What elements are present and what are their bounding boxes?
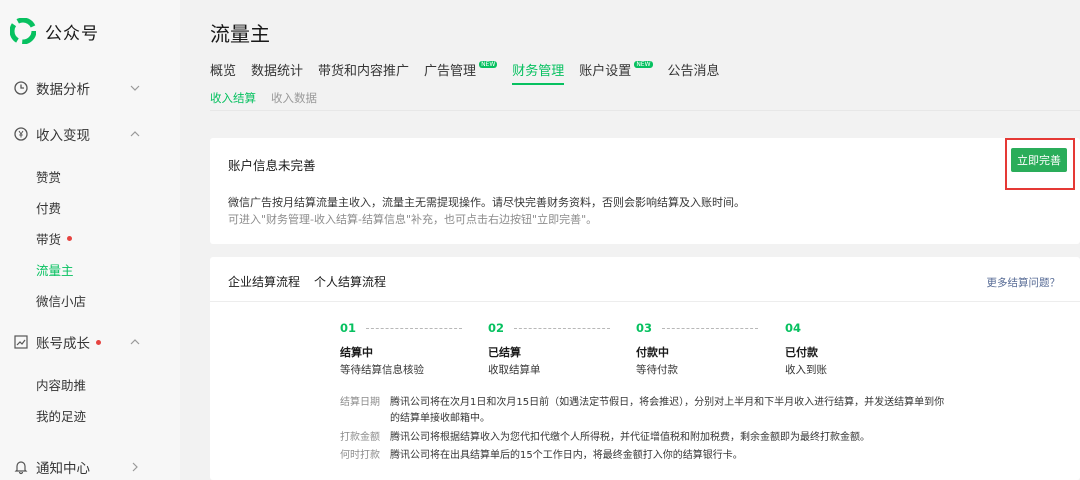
step-description: 等待付款 (636, 364, 678, 376)
clock-icon (14, 81, 28, 95)
notice-description: 微信广告按月结算流量主收入，流量主无需提现操作。请尽快完善财务资料，否则会影响结… (228, 196, 745, 209)
tab-promotion[interactable]: 带货和内容推广 (318, 60, 409, 85)
highlight-box: 立即完善 (1005, 138, 1075, 190)
notification-dot (96, 339, 101, 345)
step-4: 04 已付款 收入到账 (785, 321, 915, 376)
divider (210, 110, 1080, 111)
chevron-down-icon (130, 85, 140, 91)
account-notice-card: 账户信息未完善 微信广告按月结算流量主收入，流量主无需提现操作。请尽快完善财务资… (210, 138, 1080, 244)
tab-personal-flow[interactable]: 个人结算流程 (314, 273, 386, 290)
step-description: 收入到账 (785, 364, 827, 376)
tab-account-settings[interactable]: 账户设置 NEW (579, 60, 653, 85)
tab-label: 公告消息 (667, 64, 720, 79)
sidebar-item-tips[interactable]: 赞赏 (36, 167, 61, 186)
tab-finance[interactable]: 财务管理 (512, 60, 565, 85)
step-title: 已结算 (488, 346, 521, 359)
chevron-up-icon (130, 339, 140, 345)
tab-statistics[interactable]: 数据统计 (251, 60, 303, 85)
complete-now-button[interactable]: 立即完善 (1011, 148, 1067, 172)
info-text: 腾讯公司将根据结算收入为您代扣代缴个人所得税，并代征增值税和附加税费，剩余金额即… (390, 432, 870, 443)
tab-label: 账户设置 (579, 64, 632, 79)
info-text: 腾讯公司将在次月1日和次月15日前（如遇法定节假日，将会推迟），分别对上半月和下… (390, 397, 945, 408)
info-row-continued: 的结算单接收邮箱中。 (340, 409, 490, 424)
main-content: 流量主 概览 数据统计 带货和内容推广 广告管理 NEW 财务管理 账户设置 NEW… (180, 0, 1080, 480)
info-label: 打款金额 (340, 432, 380, 443)
info-label: 何时打款 (340, 450, 380, 461)
settlement-flow-card: 企业结算流程 个人结算流程 更多结算问题？ 01 结算中 等待结算信息核验 02… (210, 257, 1080, 480)
sidebar-item-content-boost[interactable]: 内容助推 (36, 375, 86, 394)
sidebar-group-data-analysis[interactable]: 数据分析 (0, 68, 180, 108)
notification-dot (67, 236, 73, 241)
sidebar-item-wechat-store[interactable]: 微信小店 (36, 291, 86, 310)
info-text: 腾讯公司将在出具结算单后的15个工作日内，将最终金额打入你的结算银行卡。 (390, 450, 743, 461)
step-title: 结算中 (340, 346, 373, 359)
sidebar-item-traffic-master[interactable]: 流量主 (36, 260, 74, 279)
sidebar-group-monetization[interactable]: 收入变现 (0, 114, 180, 154)
step-description: 收取结算单 (488, 364, 541, 376)
brand-name: 公众号 (45, 23, 99, 44)
tab-overview[interactable]: 概览 (210, 60, 236, 85)
main-tabs: 概览 数据统计 带货和内容推广 广告管理 NEW 财务管理 账户设置 NEW 公告消… (210, 60, 735, 85)
step-number: 04 (785, 321, 802, 335)
info-text: 的结算单接收邮箱中。 (390, 413, 490, 424)
chart-icon (14, 335, 28, 349)
step-connector (366, 328, 462, 329)
yuan-icon (14, 127, 28, 141)
tab-label: 数据统计 (251, 64, 304, 79)
sidebar-item-label: 带货 (36, 232, 62, 247)
tab-label: 带货和内容推广 (318, 64, 410, 79)
sidebar: 公众号 数据分析 收入变现 赞赏 付费 带货 流量主 微信小店 账号成长 内容助… (0, 0, 180, 480)
subtab-income-data[interactable]: 收入数据 (271, 90, 317, 106)
step-number: 02 (488, 321, 505, 335)
step-1: 01 结算中 等待结算信息核验 (340, 321, 470, 376)
tab-ad-management[interactable]: 广告管理 NEW (424, 60, 498, 85)
sidebar-group-growth[interactable]: 账号成长 (0, 322, 180, 362)
info-row-payment-time: 何时打款 腾讯公司将在出具结算单后的15个工作日内，将最终金额打入你的结算银行卡。 (340, 446, 743, 461)
more-questions-link[interactable]: 更多结算问题？ (987, 275, 1061, 290)
new-badge: NEW (634, 61, 653, 68)
step-number: 03 (636, 321, 653, 335)
notice-title: 账户信息未完善 (228, 158, 316, 173)
step-connector (662, 328, 758, 329)
step-number: 01 (340, 321, 357, 335)
sidebar-group-label: 数据分析 (36, 82, 90, 98)
info-row-settlement-date: 结算日期 腾讯公司将在次月1日和次月15日前（如遇法定节假日，将会推迟），分别对上… (340, 393, 944, 408)
step-description: 等待结算信息核验 (340, 364, 424, 376)
sidebar-item-footprint[interactable]: 我的足迹 (36, 406, 86, 425)
info-row-payment-amount: 打款金额 腾讯公司将根据结算收入为您代扣代缴个人所得税，并代征增值税和附加税费，剩… (340, 428, 870, 443)
sidebar-group-label-text: 账号成长 (36, 336, 90, 352)
subtab-income-settlement[interactable]: 收入结算 (210, 90, 256, 106)
tab-label: 概览 (210, 64, 237, 79)
logo-icon (10, 18, 36, 44)
sidebar-item-paid[interactable]: 付费 (36, 198, 61, 217)
sub-tabs: 收入结算 收入数据 (210, 90, 332, 106)
info-label: 结算日期 (340, 397, 380, 408)
step-title: 付款中 (636, 346, 669, 359)
new-badge: NEW (479, 61, 498, 68)
page-title: 流量主 (210, 22, 270, 46)
tab-label: 广告管理 (424, 64, 477, 79)
sidebar-item-sales[interactable]: 带货 (36, 229, 73, 248)
chevron-up-icon (130, 131, 140, 137)
sidebar-group-label: 账号成长 (36, 332, 101, 352)
sidebar-group-label: 收入变现 (36, 128, 90, 144)
divider (210, 301, 1080, 302)
tab-announcements[interactable]: 公告消息 (668, 60, 720, 85)
step-title: 已付款 (785, 346, 818, 359)
step-2: 02 已结算 收取结算单 (488, 321, 618, 376)
step-3: 03 付款中 等待付款 (636, 321, 766, 376)
brand-logo[interactable]: 公众号 (10, 18, 99, 44)
bell-icon (14, 461, 28, 475)
sidebar-group-notifications[interactable]: 通知中心 (0, 447, 180, 480)
sidebar-group-label: 通知中心 (36, 461, 90, 477)
flow-tabs: 企业结算流程 个人结算流程 (228, 273, 400, 290)
chevron-right-icon (132, 462, 138, 472)
notice-hint: 可进入"财务管理-收入结算-结算信息"补充，也可点击右边按钮"立即完善"。 (228, 213, 598, 226)
step-connector (514, 328, 610, 329)
tab-enterprise-flow[interactable]: 企业结算流程 (228, 273, 300, 290)
tab-label: 财务管理 (512, 64, 565, 79)
